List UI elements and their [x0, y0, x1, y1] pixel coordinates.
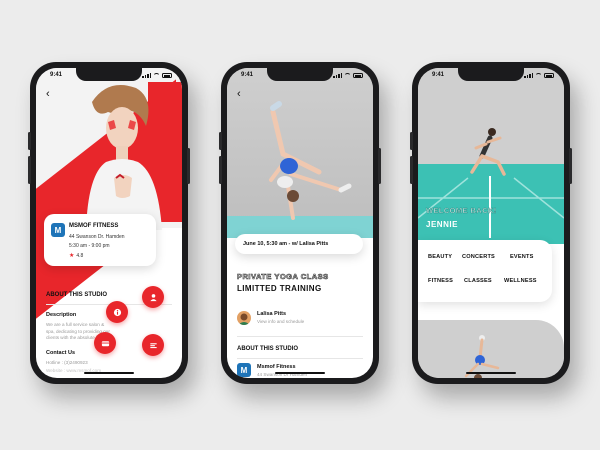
user-name: JENNIE [426, 220, 458, 229]
info-fab[interactable] [106, 301, 128, 323]
status-bar: 9:41 [418, 72, 564, 82]
info-icon [113, 308, 121, 316]
instructor-link[interactable]: View info and schedule [257, 319, 304, 324]
model-photo [86, 85, 162, 230]
gymnast-photo [269, 101, 352, 220]
description-title: Description [46, 312, 77, 318]
contact-title: Contact Us [46, 350, 76, 356]
studio-rating: ★ 4.8 [69, 252, 83, 259]
user-icon [149, 293, 157, 301]
profile-fab[interactable] [142, 286, 164, 308]
date-pill: June 10, 5:30 am - w/ Lalisa Pitts [235, 234, 363, 254]
back-button[interactable]: ‹ [237, 88, 241, 100]
category-beauty[interactable]: BEAUTY [428, 254, 452, 260]
signal-icon [142, 73, 151, 78]
class-subtitle: LIMITTED TRAINING [237, 284, 322, 293]
screen: 9:41 ‹ M MSMOF FITNESS 44 Swanson Dr. Ha… [36, 68, 182, 378]
home-indicator[interactable] [84, 371, 134, 374]
back-button[interactable]: ‹ [46, 88, 50, 100]
category-concerts[interactable]: CONCERTS [462, 254, 495, 260]
instructor-name[interactable]: Lalisa Pitts [257, 311, 286, 317]
battery-icon [353, 73, 363, 78]
category-classes[interactable]: CLASSES [464, 278, 492, 284]
category-wellness[interactable]: WELLNESS [504, 278, 537, 284]
status-time: 9:41 [241, 72, 254, 78]
status-bar: 9:41 [36, 72, 182, 82]
hero-image [227, 68, 373, 238]
featured-image[interactable] [418, 320, 564, 378]
category-fitness[interactable]: FITNESS [428, 278, 453, 284]
phone-home: 9:41 WELCOME BACK! JENNIE BEAUTY CONCERT… [410, 62, 572, 384]
about-title: ABOUT THIS STUDIO [46, 292, 107, 298]
star-icon: ★ [69, 253, 75, 259]
battery-icon [162, 73, 172, 78]
list-icon [149, 342, 157, 348]
status-time: 9:41 [432, 72, 445, 78]
category-panel: BEAUTY CONCERTS EVENTS FITNESS CLASSES W… [418, 240, 552, 302]
studio-card[interactable]: M MSMOF FITNESS 44 Swanson Dr. Hamden 5:… [44, 214, 156, 266]
home-indicator[interactable] [275, 371, 325, 374]
studio-name: MSMOF FITNESS [69, 223, 119, 229]
wifi-icon [344, 73, 351, 78]
card-icon [101, 340, 109, 346]
studio-name[interactable]: Msmof Fitness [257, 364, 296, 370]
instructor-avatar[interactable] [237, 311, 251, 325]
menu-fab[interactable] [142, 334, 164, 356]
signal-icon [333, 73, 342, 78]
wifi-icon [153, 73, 160, 78]
studio-logo: M [237, 363, 251, 377]
studio-address: 44 Swanson Dr. Hamden [69, 234, 125, 240]
status-time: 9:41 [50, 72, 63, 78]
welcome-text: WELCOME BACK! [426, 206, 497, 216]
screen: 9:41 WELCOME BACK! JENNIE BEAUTY CONCERT… [418, 68, 564, 378]
rating-value: 4.8 [76, 253, 84, 259]
category-events[interactable]: EVENTS [510, 254, 534, 260]
hero-image [36, 68, 182, 327]
about-title: ABOUT THIS STUDIO [237, 346, 298, 352]
studio-hours: 5:30 am - 9:00 pm [69, 243, 110, 249]
studio-logo: M [51, 223, 65, 237]
wifi-icon [535, 73, 542, 78]
phone-class-detail: 9:41 ‹ June 10, 5:30 am - w/ Lalisa Pitt… [219, 62, 381, 384]
class-title: PRIVATE YOGA CLASS [237, 272, 329, 282]
card-fab[interactable] [94, 332, 116, 354]
home-indicator[interactable] [466, 371, 516, 374]
battery-icon [544, 73, 554, 78]
signal-icon [524, 73, 533, 78]
gymnast-photo [464, 335, 500, 378]
phone-studio-detail: 9:41 ‹ M MSMOF FITNESS 44 Swanson Dr. Ha… [28, 62, 190, 384]
hotline-text: Hotline : (3)2490923 [46, 360, 88, 365]
screen: 9:41 ‹ June 10, 5:30 am - w/ Lalisa Pitt… [227, 68, 373, 378]
status-bar: 9:41 [227, 72, 373, 82]
